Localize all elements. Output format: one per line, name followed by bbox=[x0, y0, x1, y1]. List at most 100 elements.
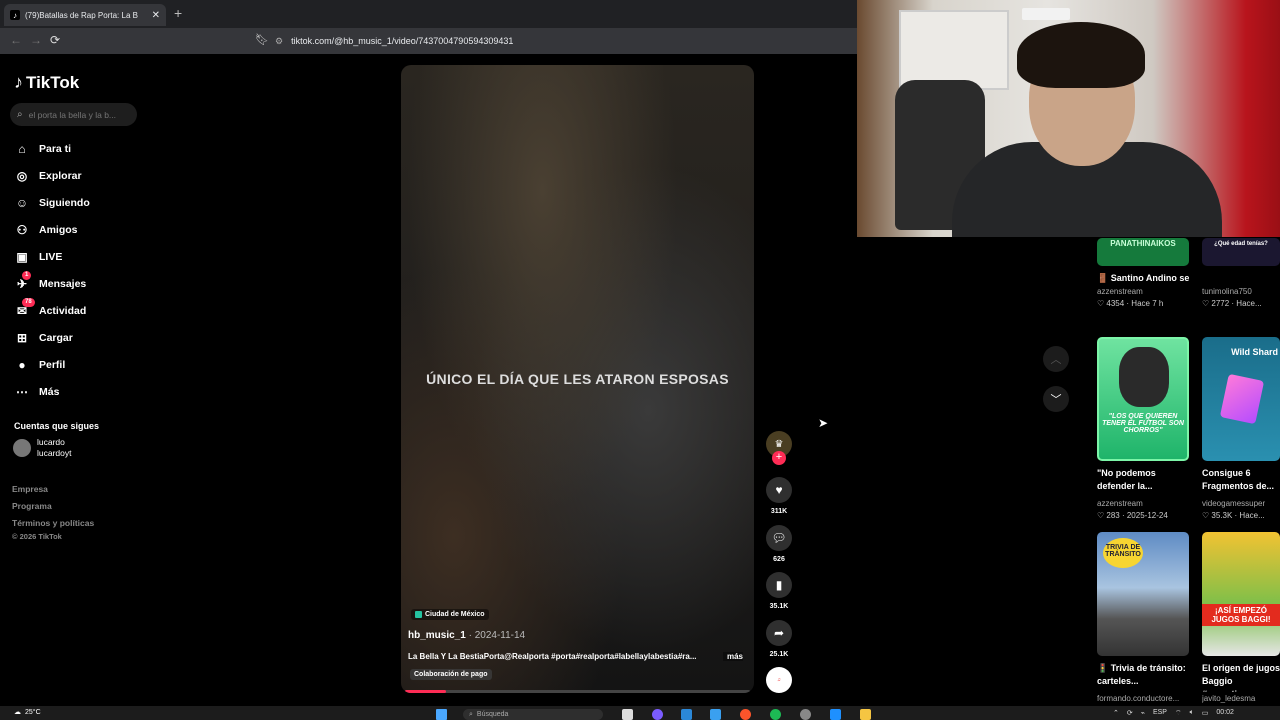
recommendation-author[interactable]: javito_ledesma bbox=[1202, 694, 1280, 703]
heart-icon[interactable]: ♥ bbox=[766, 477, 792, 503]
live-icon: ▣ bbox=[16, 250, 28, 264]
recommendation-card[interactable]: TRIVIA DE TRÁNSITO 🚦 Trivia de tránsito:… bbox=[1097, 532, 1189, 703]
more-link[interactable]: más bbox=[722, 652, 743, 661]
app-icon[interactable] bbox=[681, 709, 692, 720]
video-author[interactable]: hb_music_1 bbox=[408, 630, 466, 641]
friends-icon: ⚇ bbox=[16, 223, 28, 237]
recommendation-card[interactable]: PANATHINAIKOS 🚪 Santino Andino será vend… bbox=[1097, 238, 1189, 308]
recommendation-thumbnail[interactable]: Wild Shard bbox=[1202, 337, 1280, 461]
refresh-icon[interactable]: ⟳ bbox=[1127, 709, 1133, 718]
volume-icon[interactable]: 🔈︎ bbox=[1190, 709, 1194, 718]
recommendation-card[interactable]: ¿Qué edad tenías? tunimolina750 ♡ 2772 ·… bbox=[1202, 238, 1280, 308]
forward-button[interactable]: → bbox=[30, 33, 42, 47]
sidebar-item-label: Cargar bbox=[39, 332, 73, 344]
recommendation-thumbnail[interactable]: TRIVIA DE TRÁNSITO bbox=[1097, 532, 1189, 656]
recommendation-card[interactable]: "LOS QUE QUIEREN TENER EL FÚTBOL SON CHO… bbox=[1097, 337, 1189, 520]
task-view-icon[interactable] bbox=[622, 709, 633, 720]
app-icon[interactable] bbox=[800, 709, 811, 720]
video-progress-bar[interactable] bbox=[405, 690, 750, 693]
windows-start-icon[interactable] bbox=[436, 709, 447, 720]
webcam-person-hair bbox=[1017, 22, 1145, 88]
video-player[interactable]: ÚNICO EL DÍA QUE LES ATARON ESPOSAS Ciud… bbox=[401, 65, 754, 693]
sidebar-item-label: Perfil bbox=[39, 359, 66, 371]
next-video-button[interactable]: ﹀ bbox=[1043, 386, 1069, 412]
previous-video-button[interactable]: ︿ bbox=[1043, 346, 1069, 372]
following-user[interactable]: lucardo lucardoyt bbox=[13, 437, 72, 459]
music-disc-icon[interactable]: ♫ bbox=[766, 667, 792, 693]
bookmark-save-icon[interactable]: ▮ bbox=[766, 572, 792, 598]
save-action[interactable]: ▮ 35.1K bbox=[765, 572, 793, 610]
site-info-icon[interactable]: ⚙ bbox=[275, 36, 283, 47]
app-icon[interactable] bbox=[830, 709, 841, 720]
footer-link-program[interactable]: Programa bbox=[12, 501, 52, 511]
sidebar-item-amigos[interactable]: ⚇ Amigos bbox=[14, 221, 78, 239]
usb-icon[interactable]: ⌁ bbox=[1141, 709, 1145, 718]
recommendation-title: 🚪 Santino Andino será vendido al... bbox=[1097, 273, 1189, 283]
following-title: Cuentas que sigues bbox=[14, 421, 100, 431]
webcam-window bbox=[899, 10, 1009, 90]
mouse-cursor-icon: ➤ bbox=[818, 416, 829, 430]
search-box[interactable]: ⌕ bbox=[10, 103, 137, 126]
comment-icon[interactable]: 💬︎ bbox=[766, 525, 792, 551]
recommendation-card[interactable]: Wild Shard Consigue 6 Fragmentos de... v… bbox=[1202, 337, 1280, 520]
recommendation-author[interactable]: videogamessuper bbox=[1202, 499, 1280, 508]
recommendation-author[interactable]: tunimolina750 bbox=[1202, 287, 1280, 296]
windows-taskbar bbox=[0, 706, 1280, 720]
like-count: 311K bbox=[770, 508, 788, 515]
language-indicator[interactable]: ESP bbox=[1153, 709, 1167, 718]
taskbar-search-icon: ⌕ bbox=[469, 710, 473, 718]
sidebar-item-mensajes[interactable]: ✈ 1 Mensajes bbox=[14, 271, 86, 293]
recommendation-card[interactable]: ¡ASÍ EMPEZÓ JUGOS BAGGI! El origen de ju… bbox=[1202, 532, 1280, 703]
like-action[interactable]: ♥ 311K bbox=[765, 477, 793, 515]
file-explorer-icon[interactable] bbox=[860, 709, 871, 720]
share-icon[interactable]: ➦ bbox=[766, 620, 792, 646]
clock[interactable]: 00:02 bbox=[1216, 709, 1234, 718]
network-icon[interactable]: ⌔ bbox=[1175, 709, 1182, 718]
recommendation-thumbnail[interactable]: "LOS QUE QUIEREN TENER EL FÚTBOL SON CHO… bbox=[1097, 337, 1189, 461]
sidebar-item-siguiendo[interactable]: ☺ Siguiendo bbox=[14, 194, 90, 212]
sidebar-item-mas[interactable]: ⋯ Más bbox=[14, 383, 59, 401]
address-bar[interactable]: ⚙ tiktok.com/@hb_music_1/video/743700479… bbox=[275, 32, 855, 50]
footer-link-terms[interactable]: Términos y políticas bbox=[12, 518, 94, 528]
chevron-up-icon[interactable]: ⌃ bbox=[1113, 709, 1119, 718]
recommendation-author[interactable]: azzenstream bbox=[1097, 499, 1189, 508]
bookmark-icon[interactable]: 🔖︎ bbox=[255, 33, 269, 46]
thumbnail-text: ¿Qué edad tenías? bbox=[1214, 241, 1268, 247]
following-icon: ☺ bbox=[15, 196, 29, 210]
recommendation-thumbnail[interactable]: PANATHINAIKOS bbox=[1097, 238, 1189, 266]
sidebar-item-para-ti[interactable]: ⌂ Para ti bbox=[14, 140, 71, 158]
comment-action[interactable]: 💬︎ 626 bbox=[765, 525, 793, 563]
sidebar-item-actividad[interactable]: ✉ 78 Actividad bbox=[14, 298, 86, 320]
sidebar-item-explorar[interactable]: ◎ Explorar bbox=[14, 167, 82, 185]
taskbar-search[interactable]: ⌕ Búsqueda bbox=[463, 709, 603, 720]
weather-icon: ☁ bbox=[14, 709, 21, 716]
location-tag[interactable]: Ciudad de México bbox=[411, 609, 489, 620]
app-icon[interactable] bbox=[652, 709, 663, 720]
recommendation-author[interactable]: azzenstream bbox=[1097, 287, 1189, 296]
back-button[interactable]: ← bbox=[10, 33, 22, 47]
activity-icon: ✉ 78 bbox=[14, 298, 35, 318]
tiktok-logo[interactable]: ♪ TikTok bbox=[14, 72, 79, 93]
sidebar-item-perfil[interactable]: ● Perfil bbox=[14, 356, 65, 374]
battery-icon[interactable]: ▭ bbox=[1202, 709, 1209, 718]
search-input[interactable] bbox=[28, 109, 129, 120]
new-tab-button[interactable]: + bbox=[174, 5, 182, 21]
recommendation-title: 🚦 Trivia de tránsito: carteles... bbox=[1097, 663, 1186, 686]
recommendation-thumbnail[interactable]: ¡ASÍ EMPEZÓ JUGOS BAGGI! bbox=[1202, 532, 1280, 656]
weather-widget[interactable]: ☁ 25°C bbox=[14, 708, 41, 717]
weather-temp: 25°C bbox=[25, 708, 41, 716]
app-icon[interactable] bbox=[710, 709, 721, 720]
browser-tab[interactable]: ♪ (79)Batallas de Rap Porta: La B ✕ bbox=[4, 4, 166, 26]
close-tab-icon[interactable]: ✕ bbox=[152, 10, 160, 21]
brave-browser-icon[interactable] bbox=[740, 709, 751, 720]
reload-button[interactable]: ⟳ bbox=[50, 33, 60, 47]
sidebar-item-live[interactable]: ▣ LIVE bbox=[14, 248, 62, 266]
recommendation-author[interactable]: formando.conductore... bbox=[1097, 694, 1189, 703]
share-action[interactable]: ➦ 25.1K bbox=[765, 620, 793, 658]
thumbnail-text: ¡ASÍ EMPEZÓ JUGOS BAGGI! bbox=[1202, 604, 1280, 626]
footer-link-company[interactable]: Empresa bbox=[12, 484, 48, 494]
follow-button[interactable]: + bbox=[772, 451, 786, 465]
sidebar-item-cargar[interactable]: ⊞ Cargar bbox=[14, 329, 73, 347]
spotify-icon[interactable] bbox=[770, 709, 781, 720]
recommendation-thumbnail[interactable]: ¿Qué edad tenías? bbox=[1202, 238, 1280, 266]
